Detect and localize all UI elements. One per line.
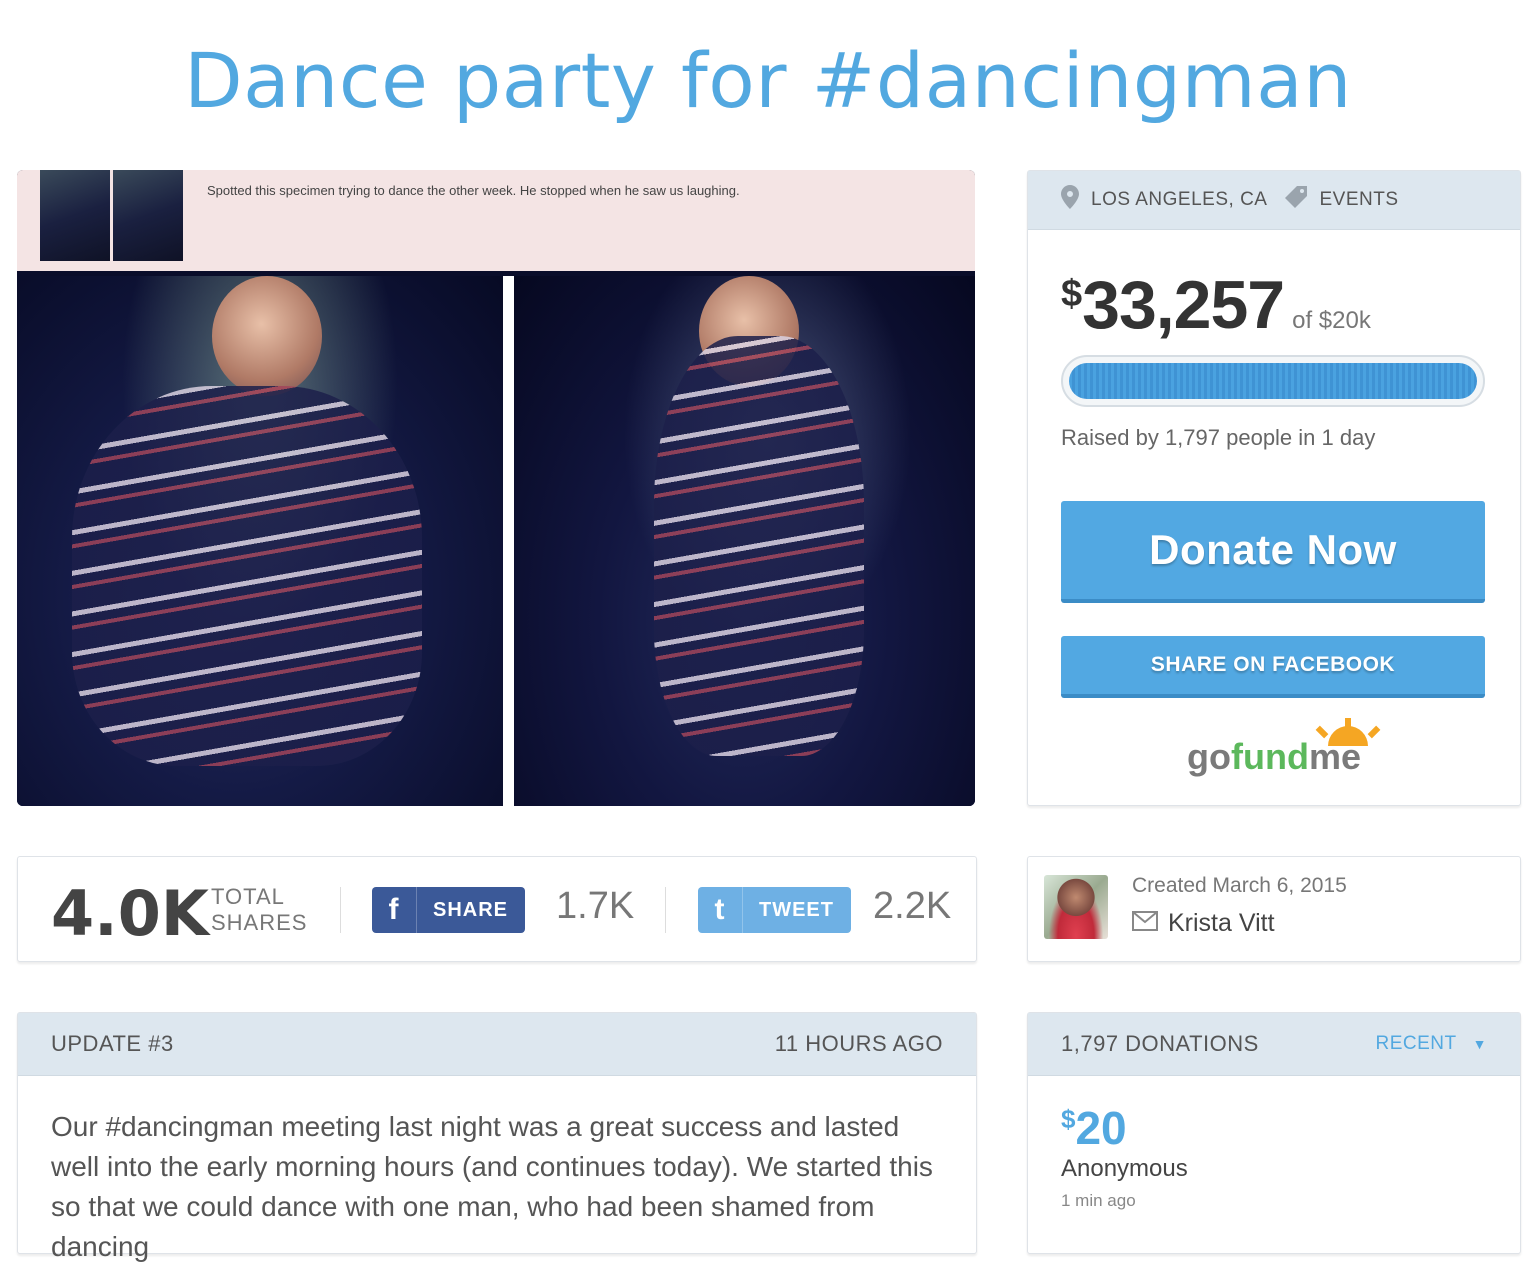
campaign-category[interactable]: EVENTS xyxy=(1319,189,1398,211)
twitter-icon: t xyxy=(698,887,743,933)
update-time: 11 HOURS AGO xyxy=(774,1031,943,1056)
social-shares-bar: 4.0K TOTAL SHARES f SHARE 1.7K t TWEET 2… xyxy=(17,856,977,962)
campaign-meta: LOS ANGELES, CA EVENTS xyxy=(1028,171,1520,230)
divider xyxy=(665,887,666,933)
photo-thumbnail xyxy=(113,170,183,261)
sort-dropdown[interactable]: RECENT ▼ xyxy=(1376,1033,1487,1055)
donor-name: Anonymous xyxy=(1061,1155,1188,1182)
photo-panel-left xyxy=(17,276,503,806)
amount-raised: $ 33,257 of $20k xyxy=(1061,266,1371,344)
update-text: Our #dancingman meeting last night was a… xyxy=(51,1111,933,1262)
raised-by-text: Raised by 1,797 people in 1 day xyxy=(1061,425,1376,450)
donation-time: 1 min ago xyxy=(1061,1191,1136,1210)
photo-thumbnail xyxy=(40,170,110,261)
currency-symbol: $ xyxy=(1061,273,1083,315)
campaign-location[interactable]: LOS ANGELES, CA xyxy=(1091,189,1267,211)
facebook-share-button[interactable]: f SHARE xyxy=(372,887,525,933)
campaign-update-card: UPDATE #3 11 HOURS AGO Our #dancingman m… xyxy=(17,1012,977,1262)
photo-caption: Spotted this specimen trying to dance th… xyxy=(207,183,740,198)
sun-logo-icon xyxy=(1315,718,1381,746)
location-pin-icon xyxy=(1061,185,1079,215)
progress-fill xyxy=(1069,363,1477,399)
page-title: Dance party for #dancingman xyxy=(184,36,1352,125)
donation-amount: $20 xyxy=(1061,1102,1127,1154)
avatar[interactable] xyxy=(1044,875,1108,939)
caret-down-icon: ▼ xyxy=(1472,1036,1487,1052)
campaign-card: LOS ANGELES, CA EVENTS $ 33,257 of $20k … xyxy=(1027,170,1521,806)
donations-card: 1,797 DONATIONS RECENT ▼ $20 Anonymous 1… xyxy=(1027,1012,1521,1254)
creator-contact[interactable]: Krista Vitt xyxy=(1132,909,1275,938)
gofundme-logo[interactable]: gofundme xyxy=(1028,718,1520,778)
total-shares-count: 4.0K xyxy=(51,877,209,950)
twitter-share-count: 2.2K xyxy=(873,885,952,927)
photo-caption-strip: Spotted this specimen trying to dance th… xyxy=(17,170,975,271)
donate-now-button[interactable]: Donate Now xyxy=(1061,501,1485,603)
update-header: UPDATE #3 11 HOURS AGO xyxy=(18,1013,976,1076)
total-shares-label: TOTAL SHARES xyxy=(211,884,308,935)
envelope-icon xyxy=(1132,909,1158,938)
campaign-photo: Spotted this specimen trying to dance th… xyxy=(17,170,975,806)
progress-bar xyxy=(1061,355,1485,407)
created-date: Created March 6, 2015 xyxy=(1132,874,1347,897)
raised-amount: 33,257 xyxy=(1082,267,1285,343)
share-on-facebook-button[interactable]: SHARE ON FACEBOOK xyxy=(1061,636,1485,698)
tag-icon xyxy=(1285,186,1308,214)
photo-panel-right xyxy=(514,276,975,806)
twitter-tweet-button[interactable]: t TWEET xyxy=(698,887,851,933)
creator-name: Krista Vitt xyxy=(1168,909,1275,937)
donations-count: 1,797 DONATIONS xyxy=(1061,1031,1259,1056)
photo-divider xyxy=(503,276,514,806)
update-label: UPDATE #3 xyxy=(51,1031,174,1056)
divider xyxy=(340,887,341,933)
goal-amount: of $20k xyxy=(1292,307,1371,334)
campaign-creator-card: Created March 6, 2015 Krista Vitt xyxy=(1027,856,1521,962)
facebook-icon: f xyxy=(372,887,417,933)
facebook-share-count: 1.7K xyxy=(556,885,635,927)
donations-header: 1,797 DONATIONS RECENT ▼ xyxy=(1028,1013,1520,1076)
